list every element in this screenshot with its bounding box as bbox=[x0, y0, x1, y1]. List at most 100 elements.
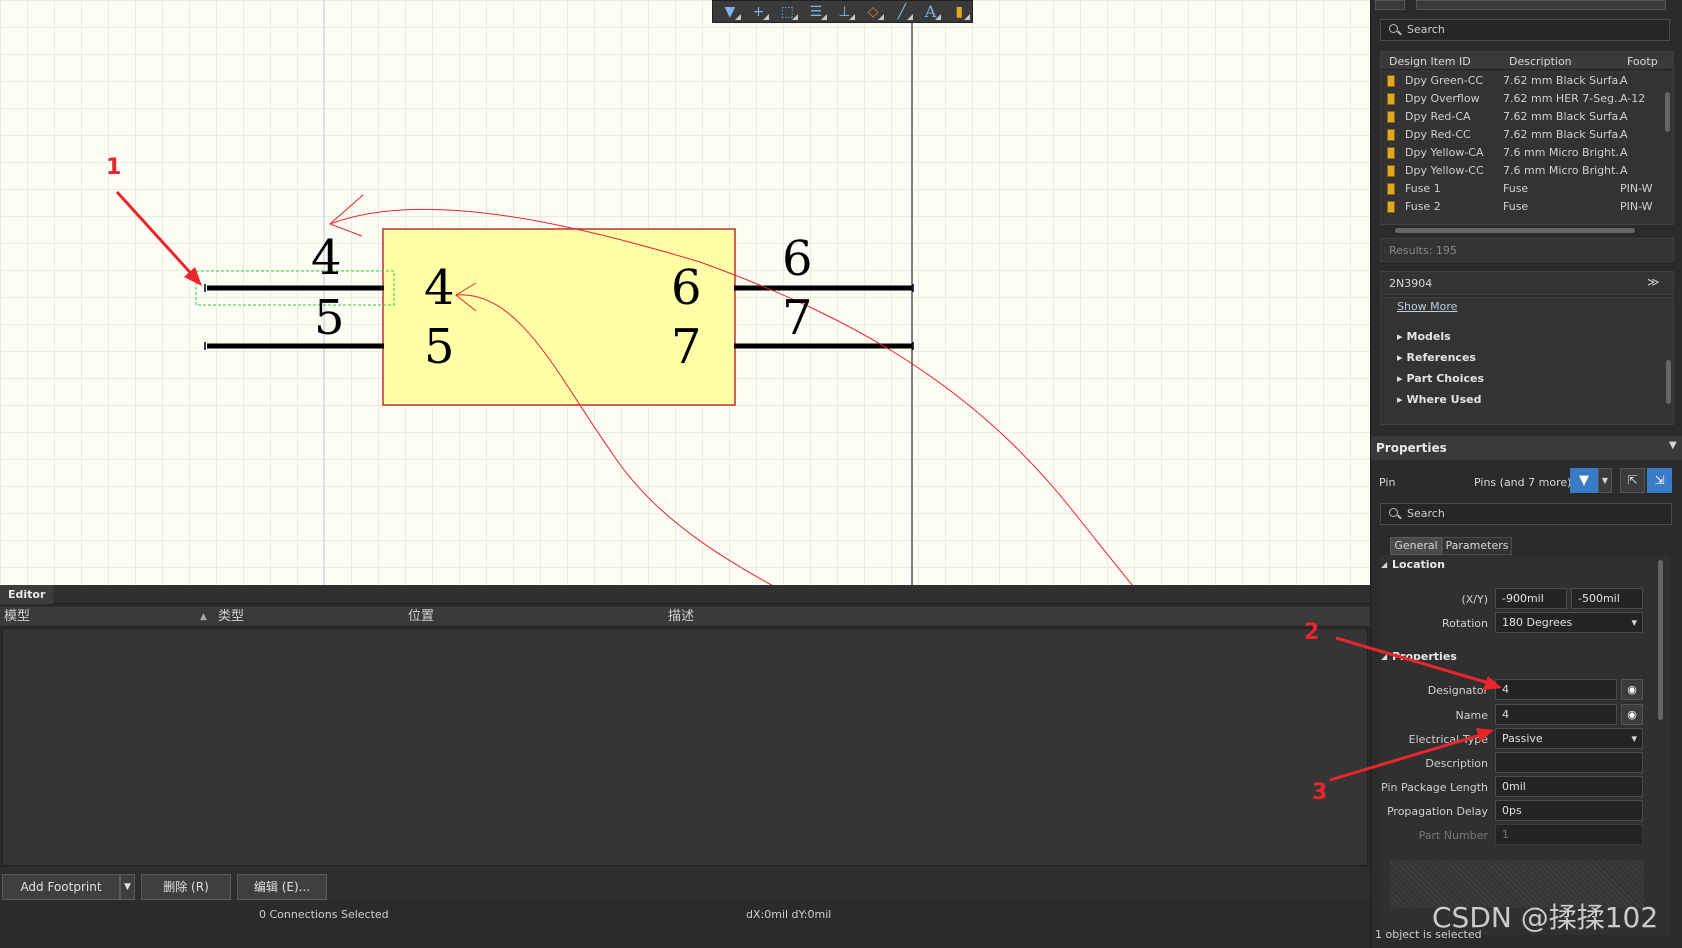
library-row[interactable]: Fuse 2 Fuse PIN-W bbox=[1381, 198, 1671, 216]
x-field[interactable]: -900mil bbox=[1495, 588, 1567, 609]
collapse-icon[interactable]: ≫ bbox=[1647, 275, 1660, 289]
tree-item-models[interactable]: Models bbox=[1397, 330, 1451, 343]
library-menu-button[interactable] bbox=[1375, 0, 1405, 10]
tab-parameters[interactable]: Parameters bbox=[1442, 537, 1512, 555]
column-description[interactable]: 描述 bbox=[668, 607, 694, 627]
library-search-input[interactable]: Search bbox=[1380, 19, 1670, 41]
active-bar: ▼ + ⬚ ☰ ⊥ ◇ ╱ A ▮ bbox=[712, 0, 973, 23]
properties-header: Properties ▼ bbox=[1371, 436, 1682, 460]
zoom-select-icon[interactable]: ⇲ bbox=[1647, 468, 1672, 493]
rotation-label: Rotation bbox=[1441, 617, 1488, 630]
library-row[interactable]: Dpy Overflow 7.62 mm HER 7-Seg... A-12 bbox=[1381, 90, 1671, 108]
library-row[interactable]: Dpy Green-CC 7.62 mm Black Surfa... A bbox=[1381, 72, 1671, 90]
delete-button[interactable]: 删除 (R) bbox=[141, 874, 231, 900]
electrical-type-label: Electrical Type bbox=[1408, 733, 1488, 746]
watermark: CSDN @揉揉102 bbox=[1432, 901, 1659, 934]
description-label: Description bbox=[1425, 757, 1488, 770]
tab-general[interactable]: General bbox=[1390, 537, 1442, 555]
results-count: Results: 195 bbox=[1389, 244, 1457, 257]
component-icon bbox=[1387, 183, 1395, 195]
component-icon[interactable]: ▮ bbox=[946, 1, 972, 22]
properties-section-title[interactable]: Properties bbox=[1392, 650, 1457, 663]
editor-tab-bar: Editor bbox=[0, 585, 1370, 604]
rotation-select[interactable]: 180 Degrees bbox=[1495, 612, 1643, 633]
annotation-arrow-1 bbox=[115, 190, 199, 282]
library-row[interactable]: Fuse 1 Fuse PIN-W bbox=[1381, 180, 1671, 198]
vertical-scrollbar[interactable] bbox=[1666, 360, 1671, 404]
pin-package-length-field[interactable]: 0mil bbox=[1495, 776, 1643, 797]
designator-visibility-icon[interactable]: ◉ bbox=[1621, 679, 1643, 700]
vertical-scrollbar[interactable] bbox=[1658, 560, 1663, 720]
location-section-title[interactable]: Location bbox=[1392, 558, 1445, 571]
tree-item-where-used[interactable]: Where Used bbox=[1397, 393, 1482, 406]
propagation-delay-field[interactable]: 0ps bbox=[1495, 800, 1643, 821]
filter-icon[interactable]: ▼ bbox=[1570, 468, 1598, 493]
library-row[interactable]: Dpy Yellow-CA 7.6 mm Micro Bright... A bbox=[1381, 144, 1671, 162]
library-row[interactable]: Dpy Red-CA 7.62 mm Black Surfa... A bbox=[1381, 108, 1671, 126]
edit-button[interactable]: 编辑 (E)... bbox=[237, 874, 327, 900]
object-type: Pin bbox=[1379, 476, 1396, 489]
connections-status: 0 Connections Selected bbox=[259, 908, 389, 921]
part-number-field: 1 bbox=[1495, 824, 1643, 845]
annotation-marker-3: 3 bbox=[1312, 780, 1328, 805]
library-row[interactable]: Dpy Red-CC 7.62 mm Black Surfa... A bbox=[1381, 126, 1671, 144]
editor-table-header: 模型 ▲ 类型 位置 描述 bbox=[0, 607, 1370, 627]
expand-icon[interactable]: ◢ bbox=[1381, 560, 1387, 569]
pin-icon[interactable]: ⊥ bbox=[832, 1, 858, 22]
filter-icon[interactable]: ▼ bbox=[717, 1, 743, 22]
pin-4-designator: 4 bbox=[311, 230, 342, 286]
select-icon[interactable]: ⇱ bbox=[1620, 468, 1645, 493]
column-location[interactable]: 位置 bbox=[408, 607, 434, 627]
select-rect-icon[interactable]: ⬚ bbox=[774, 1, 800, 22]
expand-icon[interactable]: ◢ bbox=[1381, 652, 1387, 661]
component-name: 2N3904 bbox=[1389, 277, 1433, 290]
selection-summary: Pins (and 7 more) bbox=[1474, 476, 1572, 489]
library-selector[interactable] bbox=[1416, 0, 1666, 10]
vertical-scrollbar[interactable] bbox=[1665, 92, 1670, 132]
component-icon bbox=[1387, 111, 1395, 123]
horizontal-scrollbar[interactable] bbox=[1395, 228, 1635, 233]
tree-item-part-choices[interactable]: Part Choices bbox=[1397, 372, 1484, 385]
details-header[interactable]: 2N3904 ≫ bbox=[1380, 271, 1674, 295]
delta-status: dX:0mil dY:0mil bbox=[746, 908, 832, 921]
component-icon bbox=[1387, 129, 1395, 141]
name-field[interactable]: 4 bbox=[1495, 704, 1617, 725]
editor-tab[interactable]: Editor bbox=[0, 585, 54, 604]
y-field[interactable]: -500mil bbox=[1571, 588, 1643, 609]
part-number-label: Part Number bbox=[1418, 829, 1488, 842]
description-field[interactable] bbox=[1495, 752, 1643, 773]
add-icon[interactable]: + bbox=[746, 1, 772, 22]
component-icon bbox=[1387, 147, 1395, 159]
add-footprint-dropdown[interactable]: ▼ bbox=[120, 874, 135, 900]
align-icon[interactable]: ☰ bbox=[803, 1, 829, 22]
add-footprint-button[interactable]: Add Footprint bbox=[2, 874, 120, 900]
search-icon bbox=[1389, 24, 1398, 33]
panel-menu-icon[interactable]: ▼ bbox=[1669, 440, 1677, 451]
sort-up-icon[interactable]: ▲ bbox=[200, 607, 207, 627]
electrical-type-select[interactable]: Passive bbox=[1495, 728, 1643, 749]
column-model[interactable]: 模型 bbox=[4, 607, 30, 627]
search-icon bbox=[1389, 508, 1398, 517]
line-icon[interactable]: ╱ bbox=[889, 1, 915, 22]
name-visibility-icon[interactable]: ◉ bbox=[1621, 704, 1643, 725]
component-icon bbox=[1387, 165, 1395, 177]
properties-search-input[interactable]: Search bbox=[1380, 503, 1672, 525]
column-description[interactable]: Description bbox=[1509, 55, 1572, 68]
show-more-link[interactable]: Show More bbox=[1397, 300, 1457, 313]
column-type[interactable]: 类型 bbox=[218, 607, 244, 627]
designator-field[interactable]: 4 bbox=[1495, 679, 1617, 700]
component-body[interactable] bbox=[382, 228, 736, 406]
pin-5-designator: 5 bbox=[314, 290, 345, 346]
column-footprint[interactable]: Footp bbox=[1627, 55, 1658, 68]
editor-table-body bbox=[2, 628, 1368, 866]
tree-item-references[interactable]: References bbox=[1397, 351, 1476, 364]
eraser-icon[interactable]: ◇ bbox=[860, 1, 886, 22]
xy-label: (X/Y) bbox=[1461, 593, 1488, 606]
pin-package-length-label: Pin Package Length bbox=[1381, 781, 1488, 794]
schematic-canvas[interactable]: 4 5 4 5 6 7 6 7 1 bbox=[0, 0, 1370, 585]
column-design-item-id[interactable]: Design Item ID bbox=[1389, 55, 1471, 68]
filter-dropdown-icon[interactable]: ▼ bbox=[1598, 468, 1612, 493]
text-icon[interactable]: A bbox=[918, 1, 944, 22]
properties-title: Properties bbox=[1376, 441, 1447, 455]
library-row[interactable]: Dpy Yellow-CC 7.6 mm Micro Bright... A bbox=[1381, 162, 1671, 180]
